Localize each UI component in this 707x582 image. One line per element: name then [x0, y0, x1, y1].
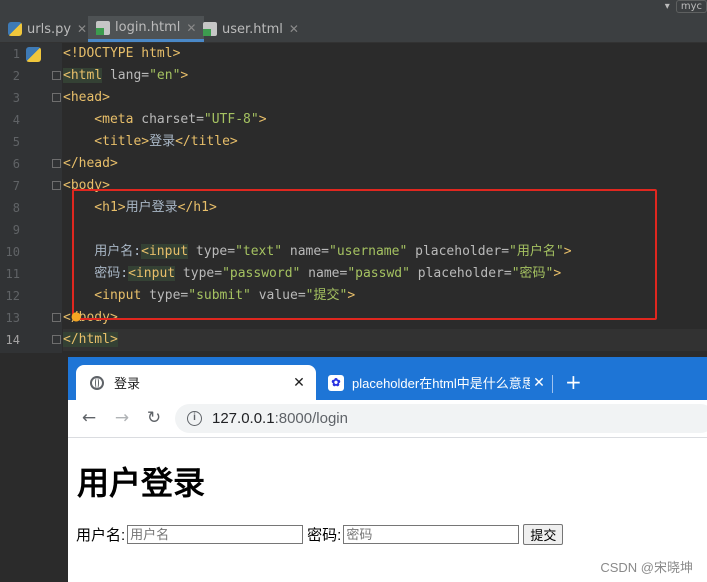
url-path: :8000/login — [274, 410, 348, 427]
back-arrow-icon[interactable]: ← — [80, 409, 98, 427]
python-interpreter-icon[interactable] — [26, 47, 41, 62]
project-switcher[interactable]: ▾ myc — [664, 0, 707, 13]
line-number: 4 — [12, 113, 20, 127]
code-line-6: </head> — [63, 156, 118, 171]
watermark: CSDN @宋晓坤 — [600, 560, 693, 575]
line-number: 10 — [5, 245, 20, 259]
fold-marker-icon[interactable] — [52, 71, 61, 80]
line-number: 2 — [12, 69, 20, 83]
line-number: 1 — [12, 47, 20, 61]
new-tab-plus-icon[interactable]: + — [565, 372, 582, 392]
fold-marker-icon[interactable] — [52, 335, 61, 344]
fold-marker-icon[interactable] — [52, 93, 61, 102]
fold-marker-icon[interactable] — [52, 181, 61, 190]
line-number: 9 — [12, 223, 20, 237]
password-input[interactable] — [343, 525, 520, 544]
editor-gutter: 1 2 3 4 5 6 7 8 9 10 11 12 13 14 — [0, 43, 62, 353]
close-icon[interactable]: ✕ — [289, 22, 299, 36]
forward-arrow-icon[interactable]: → — [113, 409, 131, 427]
code-line-3: <head> — [63, 90, 110, 105]
highlight-box — [72, 189, 657, 320]
tab-urls-py[interactable]: urls.py ✕ — [8, 16, 87, 42]
line-number: 3 — [12, 91, 20, 105]
web-page: 用户登录 用户名: 密码: CSDN @宋晓坤 — [68, 438, 707, 582]
tab-user-html[interactable]: user.html ✕ — [203, 16, 299, 42]
line-number: 12 — [5, 289, 20, 303]
browser-tab-placeholder[interactable]: ✿ placeholder在html中是什么意思 ✕ — [324, 365, 556, 400]
browser-tab-strip: 登录 ✕ ✿ placeholder在html中是什么意思 ✕ + — [68, 357, 707, 400]
fold-marker-icon[interactable] — [52, 159, 61, 168]
browser-window: 登录 ✕ ✿ placeholder在html中是什么意思 ✕ + ← → ↻ … — [68, 357, 707, 582]
info-icon[interactable]: i — [187, 411, 202, 426]
ide-tab-bar: urls.py ✕ login.html ✕ user.html ✕ ▾ myc — [0, 0, 707, 43]
line-number: 7 — [12, 179, 20, 193]
tab-title: placeholder在html中是什么意思 — [352, 376, 530, 391]
page-heading: 用户登录 — [77, 465, 206, 501]
browser-toolbar: ← → ↻ i 127.0.0.1:8000/login — [68, 400, 707, 438]
login-form: 用户名: 密码: — [76, 524, 564, 545]
python-file-icon — [8, 22, 22, 36]
reload-icon[interactable]: ↻ — [145, 409, 163, 427]
username-input[interactable] — [127, 525, 304, 544]
line-number: 6 — [12, 157, 20, 171]
tab-label: login.html — [115, 20, 181, 35]
close-icon[interactable]: ✕ — [530, 374, 548, 391]
tab-title: 登录 — [114, 376, 141, 391]
browser-tab-login[interactable]: 登录 ✕ — [76, 365, 316, 400]
code-line-2: <html lang="en"> — [63, 68, 189, 83]
baidu-paw-icon: ✿ — [328, 374, 344, 391]
html-file-icon — [203, 22, 217, 36]
line-number: 8 — [12, 201, 20, 215]
close-icon[interactable]: ✕ — [77, 22, 87, 36]
line-number: 11 — [5, 267, 20, 281]
url-host: 127.0.0.1 — [212, 410, 275, 427]
code-line-1: <!DOCTYPE html> — [63, 46, 181, 61]
tab-label: user.html — [222, 21, 283, 37]
close-icon[interactable]: ✕ — [290, 374, 308, 391]
tab-label: urls.py — [27, 21, 72, 37]
code-line-4: <meta charset="UTF-8"> — [63, 112, 267, 127]
code-line-14: </html> — [63, 329, 707, 351]
tab-login-html[interactable]: login.html ✕ — [88, 16, 205, 42]
close-icon[interactable]: ✕ — [186, 21, 196, 35]
line-number: 5 — [12, 135, 20, 149]
lightbulb-icon[interactable]: ● — [71, 310, 83, 322]
address-bar[interactable]: i 127.0.0.1:8000/login — [175, 404, 707, 433]
html-file-icon — [96, 20, 110, 35]
submit-button[interactable] — [523, 524, 564, 545]
username-label: 用户名: — [76, 527, 126, 544]
project-name: myc — [675, 0, 707, 13]
user-icon: ▾ — [664, 0, 670, 12]
line-number: 14 — [5, 333, 20, 347]
code-line-5: <title>登录</title> — [63, 134, 238, 149]
globe-icon — [90, 375, 104, 390]
password-label: 密码: — [307, 527, 342, 544]
tab-separator — [552, 375, 553, 393]
line-number: 13 — [5, 311, 20, 325]
fold-marker-icon[interactable] — [52, 313, 61, 322]
